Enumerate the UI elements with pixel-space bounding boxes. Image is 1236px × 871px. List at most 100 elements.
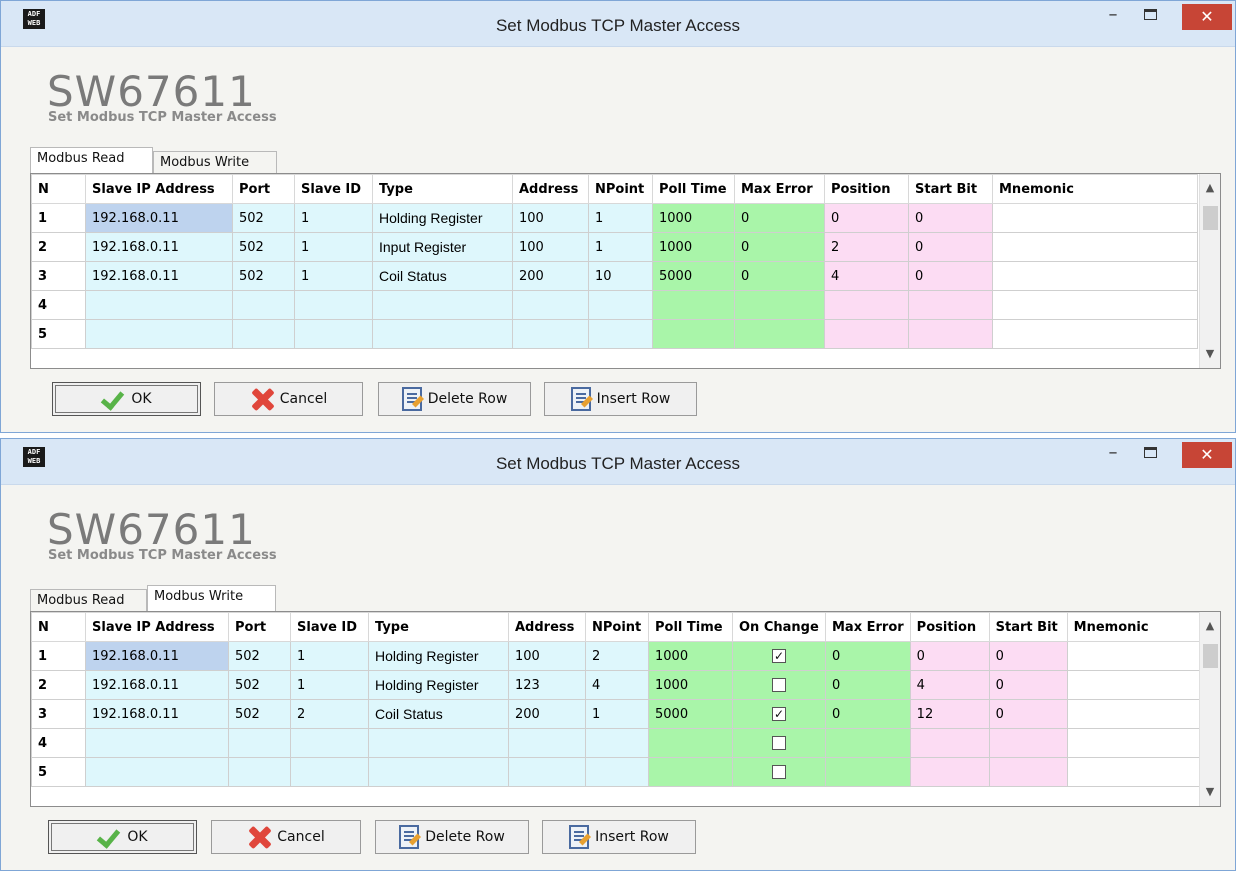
column-header[interactable]: Poll Time — [648, 612, 733, 642]
title-bar[interactable]: ADF WEB Set Modbus TCP Master Access – ✕ — [1, 439, 1235, 485]
slave-ip-cell[interactable] — [85, 757, 229, 787]
npoint-cell[interactable]: 1 — [588, 203, 653, 233]
column-header[interactable]: Port — [228, 612, 291, 642]
type-cell[interactable] — [372, 290, 513, 320]
start-bit-cell[interactable]: 0 — [908, 261, 993, 291]
scroll-down-icon[interactable]: ▼ — [1200, 344, 1220, 364]
slave-ip-cell[interactable]: 192.168.0.11 — [85, 232, 233, 262]
maximize-icon[interactable] — [1135, 443, 1165, 473]
max-error-cell[interactable] — [825, 728, 911, 758]
type-cell[interactable]: Holding Register — [372, 203, 513, 233]
column-header[interactable]: On Change — [732, 612, 826, 642]
table-row[interactable]: 4 — [31, 290, 1198, 320]
port-cell[interactable] — [228, 757, 291, 787]
poll-time-cell[interactable]: 1000 — [648, 670, 733, 700]
insert-row-button[interactable]: Insert Row — [542, 820, 696, 854]
table-row[interactable]: 3 192.168.0.11 502 2 Coil Status 200 1 5000 ✓ 0 12… — [31, 699, 1201, 729]
poll-time-cell[interactable] — [648, 728, 733, 758]
column-header[interactable]: NPoint — [588, 174, 653, 204]
close-icon[interactable]: ✕ — [1182, 4, 1232, 30]
minimize-icon[interactable]: – — [1098, 3, 1128, 33]
max-error-cell[interactable]: 0 — [825, 670, 911, 700]
port-cell[interactable]: 502 — [228, 641, 291, 671]
port-cell[interactable]: 502 — [232, 232, 295, 262]
max-error-cell[interactable] — [825, 757, 911, 787]
slave-id-cell[interactable] — [294, 319, 373, 349]
type-cell[interactable]: Coil Status — [368, 699, 509, 729]
on-change-cell[interactable] — [732, 670, 826, 700]
start-bit-cell[interactable]: 0 — [908, 203, 993, 233]
table-row[interactable]: 1 192.168.0.11 502 1 Holding Register 100 1 100… — [31, 203, 1198, 233]
type-cell[interactable]: Holding Register — [368, 670, 509, 700]
delete-row-button[interactable]: Delete Row — [378, 382, 531, 416]
slave-ip-cell[interactable] — [85, 290, 233, 320]
slave-ip-cell[interactable] — [85, 728, 229, 758]
table-row[interactable]: 2 192.168.0.11 502 1 Input Register 100 1 1000 0… — [31, 232, 1198, 262]
table-row[interactable]: 4 — [31, 728, 1201, 758]
poll-time-cell[interactable]: 5000 — [652, 261, 735, 291]
cancel-button[interactable]: Cancel — [214, 382, 363, 416]
column-header[interactable]: Mnemonic — [992, 174, 1198, 204]
position-cell[interactable]: 0 — [824, 203, 909, 233]
table-row[interactable]: 2 192.168.0.11 502 1 Holding Register 123 4 100… — [31, 670, 1201, 700]
slave-ip-cell[interactable]: 192.168.0.11 — [85, 699, 229, 729]
vertical-scrollbar[interactable]: ▲ ▼ — [1199, 612, 1220, 806]
poll-time-cell[interactable]: 1000 — [648, 641, 733, 671]
address-cell[interactable] — [512, 290, 589, 320]
on-change-checkbox[interactable]: ✓ — [772, 707, 786, 721]
on-change-checkbox[interactable] — [772, 678, 786, 692]
address-cell[interactable]: 100 — [512, 232, 589, 262]
port-cell[interactable] — [228, 728, 291, 758]
position-cell[interactable]: 0 — [909, 641, 990, 671]
on-change-cell[interactable] — [732, 728, 826, 758]
slave-id-cell[interactable]: 1 — [294, 203, 373, 233]
slave-ip-cell[interactable]: 192.168.0.11 — [85, 203, 233, 233]
type-cell[interactable]: Input Register — [372, 232, 513, 262]
poll-time-cell[interactable] — [652, 319, 735, 349]
vertical-scrollbar[interactable]: ▲ ▼ — [1199, 174, 1220, 368]
ok-button[interactable]: OK — [48, 820, 197, 854]
npoint-cell[interactable] — [588, 319, 653, 349]
column-header[interactable]: Slave ID — [294, 174, 373, 204]
type-cell[interactable]: Coil Status — [372, 261, 513, 291]
max-error-cell[interactable] — [734, 319, 825, 349]
slave-ip-cell[interactable] — [85, 319, 233, 349]
poll-time-cell[interactable]: 1000 — [652, 203, 735, 233]
slave-id-cell[interactable]: 1 — [294, 261, 373, 291]
column-header[interactable]: Slave IP Address — [85, 174, 233, 204]
npoint-cell[interactable]: 2 — [585, 641, 649, 671]
mnemonic-cell[interactable] — [1066, 757, 1201, 787]
max-error-cell[interactable]: 0 — [734, 232, 825, 262]
npoint-cell[interactable]: 10 — [588, 261, 653, 291]
port-cell[interactable]: 502 — [232, 203, 295, 233]
position-cell[interactable] — [909, 757, 990, 787]
position-cell[interactable]: 2 — [824, 232, 909, 262]
npoint-cell[interactable]: 1 — [588, 232, 653, 262]
tab-modbus-write[interactable]: Modbus Write — [153, 151, 277, 173]
slave-id-cell[interactable] — [294, 290, 373, 320]
poll-time-cell[interactable] — [648, 757, 733, 787]
port-cell[interactable]: 502 — [228, 670, 291, 700]
on-change-cell[interactable]: ✓ — [732, 641, 826, 671]
slave-id-cell[interactable] — [290, 728, 369, 758]
column-header[interactable]: N — [31, 174, 86, 204]
start-bit-cell[interactable]: 0 — [988, 699, 1068, 729]
column-header[interactable]: Port — [232, 174, 295, 204]
maximize-icon[interactable] — [1135, 5, 1165, 35]
npoint-cell[interactable]: 4 — [585, 670, 649, 700]
address-cell[interactable]: 123 — [508, 670, 586, 700]
position-cell[interactable] — [824, 319, 909, 349]
port-cell[interactable] — [232, 319, 295, 349]
mnemonic-cell[interactable] — [1066, 641, 1201, 671]
mnemonic-cell[interactable] — [992, 290, 1198, 320]
scroll-down-icon[interactable]: ▼ — [1200, 782, 1220, 802]
close-icon[interactable]: ✕ — [1182, 442, 1232, 468]
address-cell[interactable]: 200 — [508, 699, 586, 729]
type-cell[interactable] — [372, 319, 513, 349]
poll-time-cell[interactable]: 5000 — [648, 699, 733, 729]
on-change-checkbox[interactable]: ✓ — [772, 649, 786, 663]
slave-ip-cell[interactable]: 192.168.0.11 — [85, 670, 229, 700]
insert-row-button[interactable]: Insert Row — [544, 382, 697, 416]
address-cell[interactable]: 200 — [512, 261, 589, 291]
poll-time-cell[interactable]: 1000 — [652, 232, 735, 262]
